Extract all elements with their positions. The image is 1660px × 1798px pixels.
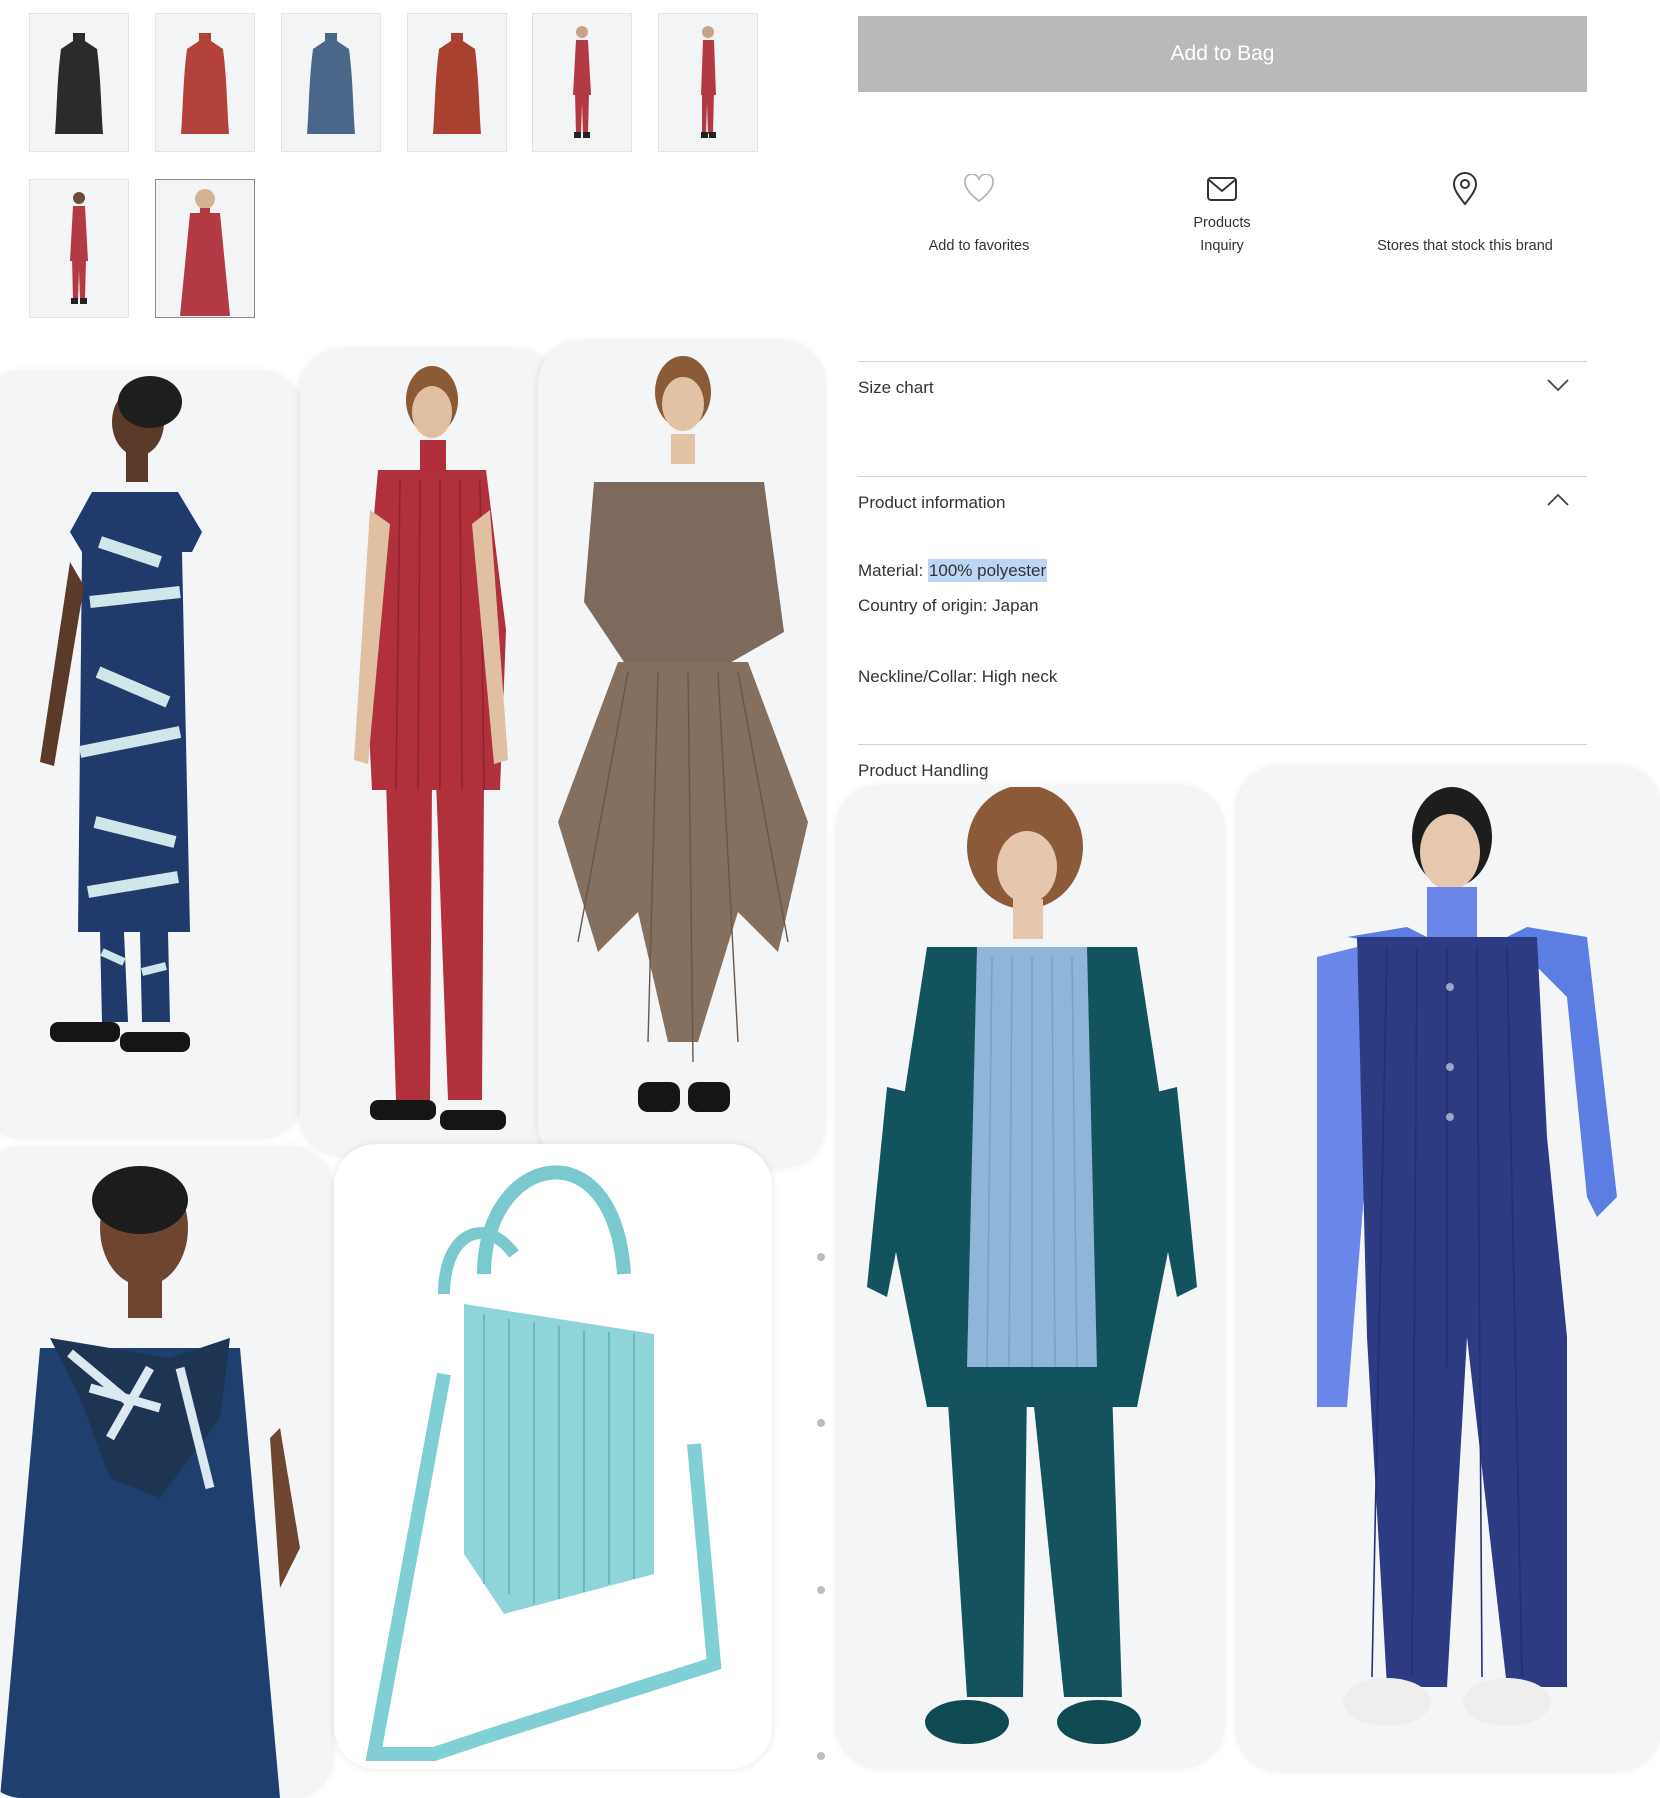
- carousel-dot[interactable]: [817, 1752, 825, 1760]
- stores-action[interactable]: Stores that stock this brand: [1344, 170, 1586, 258]
- products-inquiry-action[interactable]: Products Inquiry: [1101, 170, 1343, 258]
- divider: [858, 744, 1587, 745]
- thumbnail-strip: [0, 0, 780, 330]
- material-label: Material:: [858, 561, 928, 580]
- map-pin-icon: [1344, 170, 1586, 208]
- carousel-dot[interactable]: [817, 1419, 825, 1427]
- thumbnail-model-back[interactable]: [29, 179, 129, 318]
- thumbnail-rust-top[interactable]: [407, 13, 507, 152]
- heart-icon: [858, 170, 1100, 208]
- gallery-image-scarf[interactable]: [0, 1148, 332, 1798]
- gallery-image-patterned-dress[interactable]: [0, 372, 302, 1137]
- country-of-origin-text: Country of origin: Japan: [858, 596, 1039, 615]
- neckline-text: Neckline/Collar: High neck: [858, 667, 1058, 686]
- thumbnail-red-top[interactable]: [155, 13, 255, 152]
- add-to-bag-button[interactable]: Add to Bag: [858, 16, 1587, 92]
- add-to-favorites-action[interactable]: Add to favorites: [858, 170, 1100, 258]
- thumbnail-model-closeup-selected[interactable]: [155, 179, 255, 318]
- gallery-image-red-outfit[interactable]: [300, 350, 558, 1155]
- chevron-up-icon[interactable]: [1546, 493, 1570, 512]
- product-handling-toggle[interactable]: Product Handling: [858, 761, 988, 781]
- material-text: Material: 100% polyester: [858, 559, 1048, 582]
- thumbnail-black-top[interactable]: [29, 13, 129, 152]
- chevron-down-icon[interactable]: [1546, 378, 1570, 397]
- thumbnail-model-front[interactable]: [532, 13, 632, 152]
- carousel-dot[interactable]: [817, 1586, 825, 1594]
- product-information-toggle[interactable]: Product information: [858, 493, 1005, 513]
- products-inquiry-label-line2: Inquiry: [1200, 238, 1244, 254]
- divider: [858, 476, 1587, 477]
- add-to-favorites-label: Add to favorites: [928, 238, 1030, 254]
- carousel-dot[interactable]: [817, 1253, 825, 1261]
- gallery-image-brown-drape[interactable]: [538, 342, 824, 1167]
- products-inquiry-label-line1: Products: [1193, 215, 1251, 231]
- stores-label: Stores that stock this brand: [1377, 238, 1553, 254]
- thumbnail-blue-top[interactable]: [281, 13, 381, 152]
- envelope-icon: [1101, 170, 1343, 208]
- gallery-image-teal-cardigan[interactable]: [837, 787, 1223, 1767]
- gallery-image-teal-bag[interactable]: [334, 1144, 772, 1769]
- size-chart-toggle[interactable]: Size chart: [858, 378, 934, 398]
- divider: [858, 361, 1587, 362]
- gallery-image-blue-jumpsuit[interactable]: [1237, 767, 1660, 1770]
- thumbnail-model-side[interactable]: [658, 13, 758, 152]
- material-value-highlighted: 100% polyester: [927, 559, 1048, 582]
